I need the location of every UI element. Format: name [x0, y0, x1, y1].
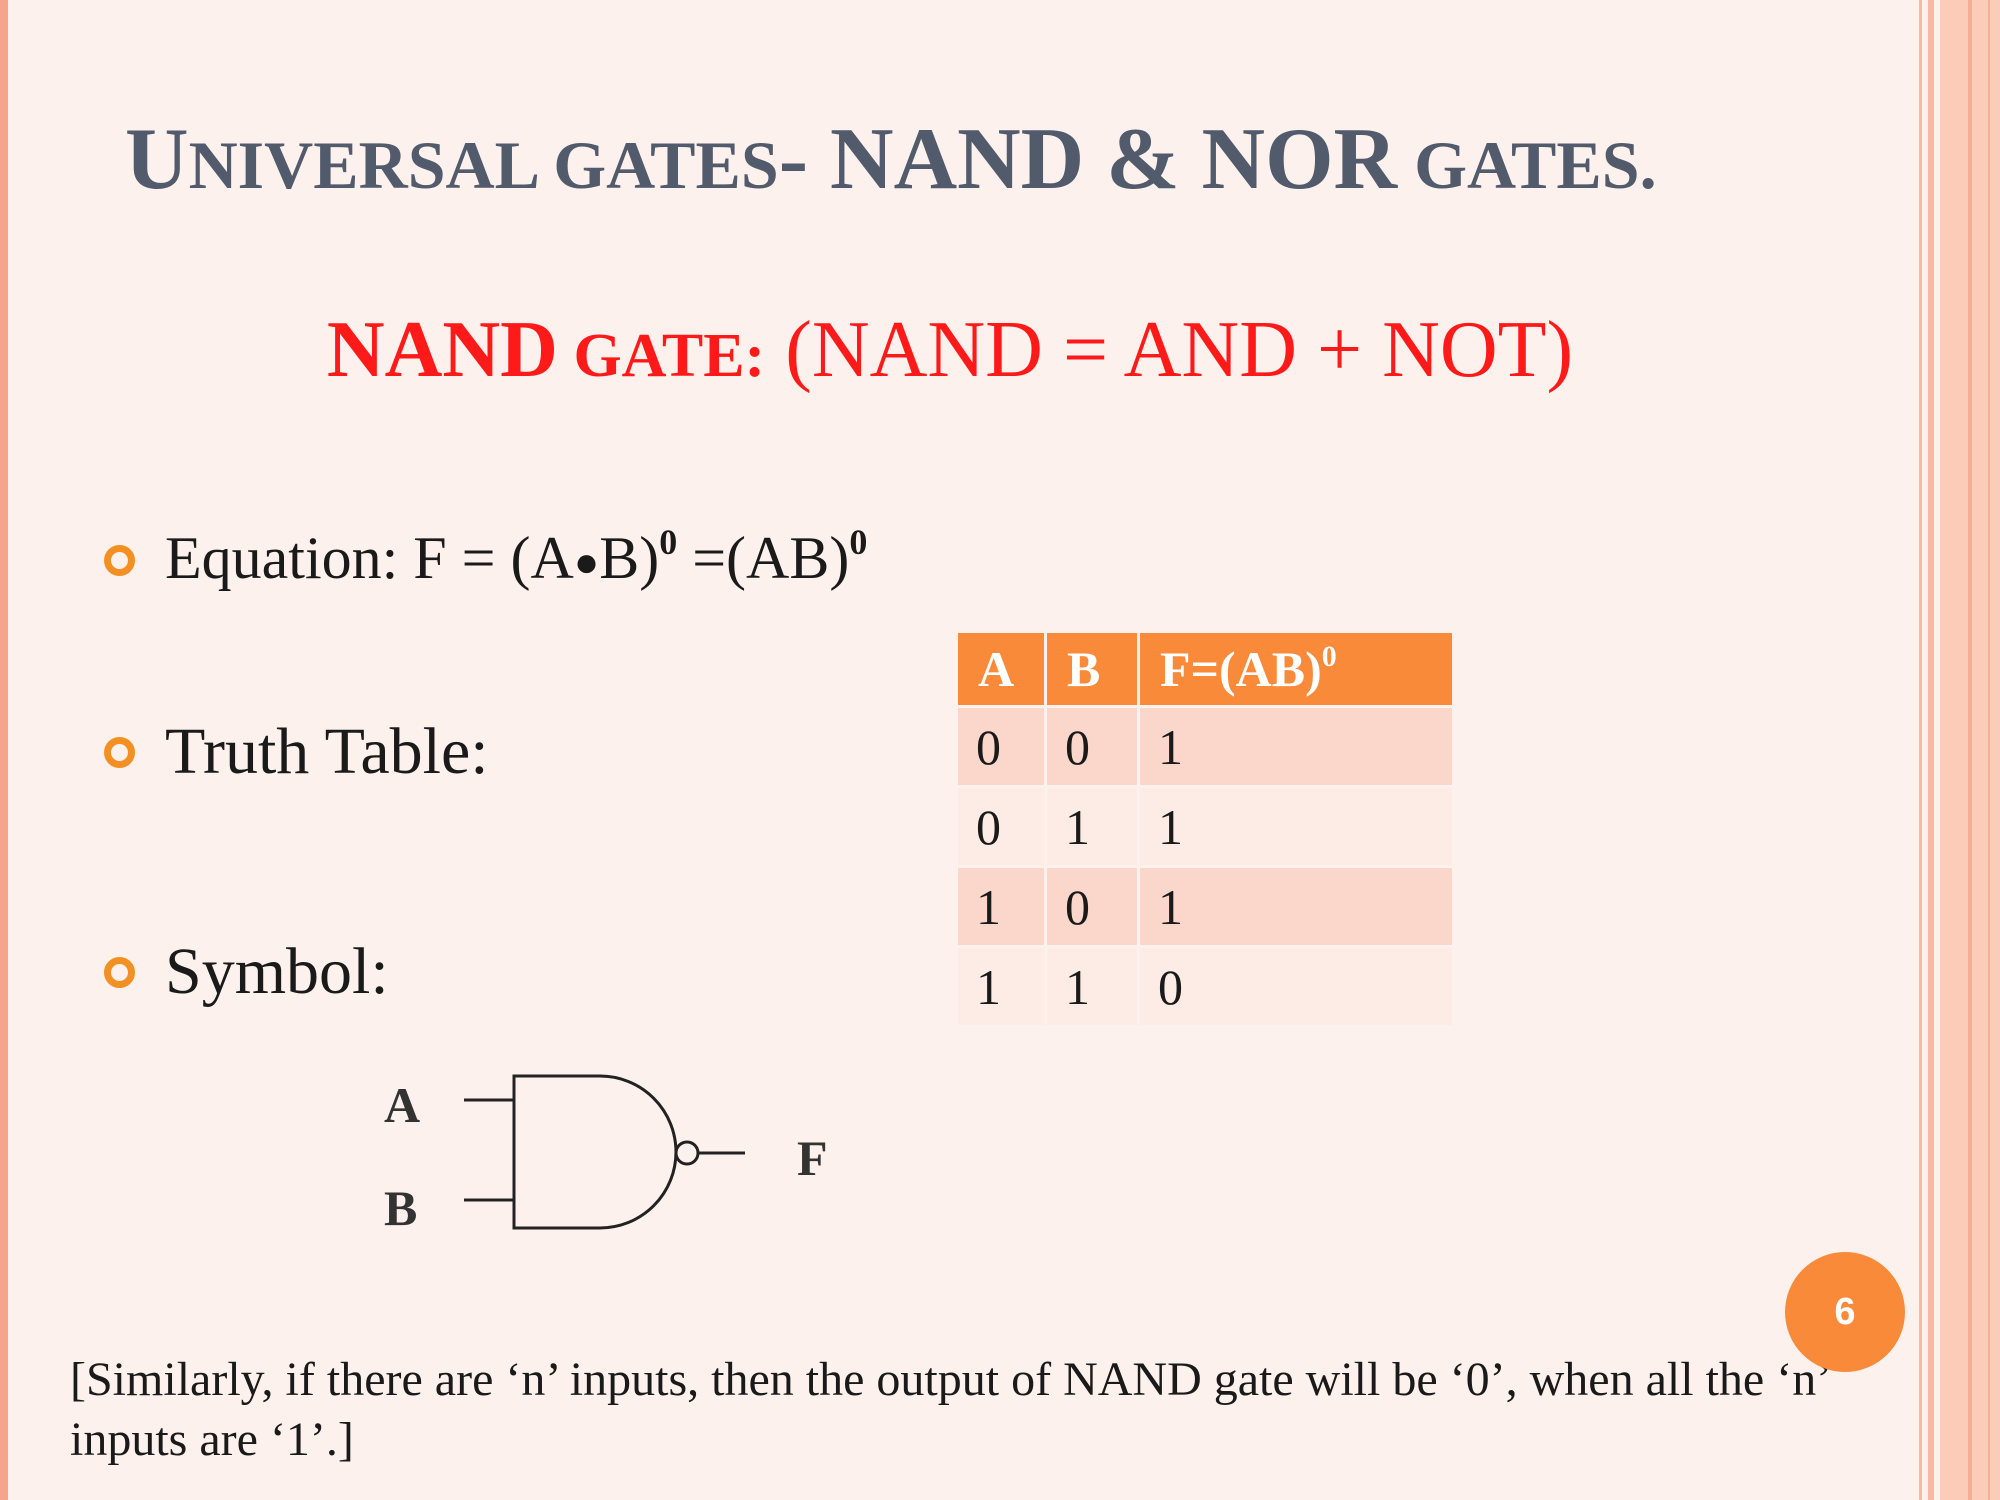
left-border [0, 0, 8, 1500]
equation-text: Equation: F = (A●B)0 =(AB)0 [165, 522, 868, 591]
truth-table: A B F=(AB)0 0 0 1 0 1 1 1 0 1 1 1 0 [955, 630, 1455, 1028]
input-b-label: B [384, 1180, 417, 1236]
table-cell: 1 [958, 948, 1044, 1025]
header-f: F=(AB)0 [1140, 633, 1452, 705]
table-cell: 1 [1047, 948, 1137, 1025]
table-cell: 0 [958, 708, 1044, 785]
table-row: 0 0 1 [958, 708, 1452, 785]
table-row: 0 1 1 [958, 788, 1452, 865]
header-b: B [1047, 633, 1137, 705]
input-a-label: A [384, 1077, 420, 1133]
and-dot-icon: ● [573, 540, 600, 586]
output-f-label: F [797, 1130, 828, 1186]
page-number-badge: 6 [1785, 1252, 1905, 1372]
table-cell: 0 [958, 788, 1044, 865]
table-cell: 1 [958, 868, 1044, 945]
nand-gate-heading: NAND GATE: (NAND = AND + NOT) [326, 306, 1574, 394]
table-cell: 0 [1140, 948, 1452, 1025]
table-cell: 0 [1047, 708, 1137, 785]
and-gate-body [512, 1074, 678, 1230]
bullet-icon [104, 736, 135, 768]
slide-title: UNIVERSAL GATES- NAND & NOR GATES. [125, 111, 1657, 208]
table-row: 1 0 1 [958, 868, 1452, 945]
symbol-bullet: Symbol: [104, 932, 389, 1012]
table-cell: 1 [1140, 708, 1452, 785]
table-cell: 1 [1047, 788, 1137, 865]
inverter-bubble-icon [674, 1140, 700, 1166]
footnote: [Similarly, if there are ‘n’ inputs, the… [70, 1353, 1829, 1466]
equation-bullet: Equation: F = (A●B)0 =(AB)0 [104, 522, 867, 599]
table-cell: 1 [1140, 788, 1452, 865]
bullet-icon [104, 545, 135, 576]
table-cell: 0 [1047, 868, 1137, 945]
bullet-icon [104, 956, 135, 988]
symbol-label: Symbol: [165, 935, 389, 1008]
nand-gate-symbol: A B F [384, 1074, 828, 1236]
table-row: 1 1 0 [958, 948, 1452, 1025]
right-border [1910, 0, 2000, 1500]
truth-table-bullet: Truth Table: [104, 712, 489, 792]
truth-table-header-row: A B F=(AB)0 [958, 633, 1452, 705]
header-a: A [958, 633, 1044, 705]
truth-table-label: Truth Table: [165, 715, 489, 788]
table-cell: 1 [1140, 868, 1452, 945]
